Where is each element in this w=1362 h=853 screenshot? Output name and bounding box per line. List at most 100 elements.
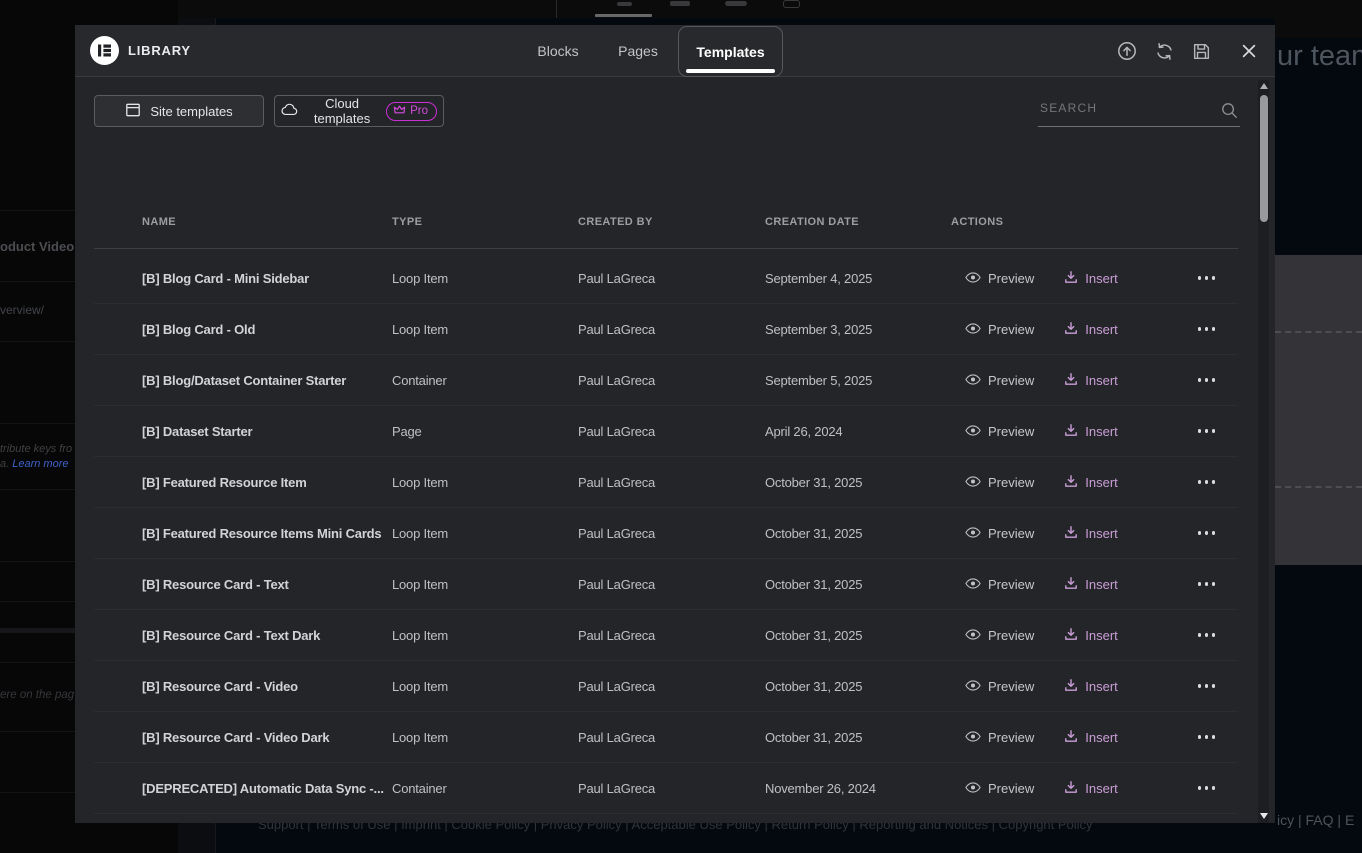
more-actions-button[interactable] (1198, 425, 1216, 437)
background-top-right (1275, 0, 1362, 38)
tab-pages[interactable]: Pages (598, 25, 678, 77)
ellipsis-icon (1198, 378, 1202, 382)
scrollbar-thumb[interactable] (1260, 95, 1268, 222)
preview-label: Preview (988, 628, 1034, 643)
ellipsis-icon (1205, 735, 1209, 739)
insert-button[interactable]: Insert (1064, 372, 1118, 389)
ellipsis-icon (1212, 582, 1216, 586)
ellipsis-icon (1205, 276, 1209, 280)
template-name: [B] Resource Card - Text Dark (142, 628, 392, 643)
cloud-templates-button[interactable]: Cloud templates Pro (274, 95, 444, 127)
bg-text-on-the-page: ere on the pag (0, 689, 74, 701)
preview-label: Preview (988, 373, 1034, 388)
template-type: Loop Item (392, 577, 578, 592)
ellipsis-icon (1212, 633, 1216, 637)
elementor-logo (90, 36, 119, 65)
upload-icon[interactable] (1117, 41, 1137, 61)
bg-editor-section (1275, 255, 1362, 565)
more-actions-button[interactable] (1198, 272, 1216, 284)
tab-templates[interactable]: Templates (678, 26, 783, 77)
preview-button[interactable]: Preview (965, 424, 1034, 439)
template-name: [B] Resource Card - Video (142, 679, 392, 694)
more-actions-button[interactable] (1198, 476, 1216, 488)
template-type: Loop Item (392, 628, 578, 643)
table-row: [B] Dataset Starter Page Paul LaGreca Ap… (94, 406, 1238, 457)
preview-button[interactable]: Preview (965, 628, 1034, 643)
template-type: Container (392, 373, 578, 388)
insert-download-icon (1064, 525, 1078, 542)
row-actions: Preview Insert (951, 372, 1238, 389)
insert-button[interactable]: Insert (1064, 525, 1118, 542)
insert-button[interactable]: Insert (1064, 423, 1118, 440)
template-type: Loop Item (392, 526, 578, 541)
template-name: [B] Resource Card - Text (142, 577, 392, 592)
column-header-actions: ACTIONS (951, 216, 1238, 228)
template-type: Loop Item (392, 322, 578, 337)
preview-button[interactable]: Preview (965, 322, 1034, 337)
dashed-drop-line (1275, 331, 1362, 333)
ellipsis-icon (1198, 327, 1202, 331)
close-icon[interactable] (1239, 41, 1259, 61)
eye-icon (965, 271, 981, 286)
table-row: [B] Blog/Dataset Container Starter Conta… (94, 355, 1238, 406)
row-actions: Preview Insert (951, 678, 1238, 695)
row-actions: Preview Insert (951, 729, 1238, 746)
insert-label: Insert (1085, 577, 1118, 592)
insert-label: Insert (1085, 424, 1118, 439)
library-title: LIBRARY (128, 43, 191, 58)
row-actions: Preview Insert (951, 627, 1238, 644)
search-input[interactable] (1038, 95, 1240, 127)
toolbar-icon-fragment (617, 2, 632, 6)
more-actions-button[interactable] (1198, 527, 1216, 539)
sync-icon[interactable] (1154, 41, 1174, 61)
ellipsis-icon (1198, 531, 1202, 535)
insert-button[interactable]: Insert (1064, 678, 1118, 695)
ellipsis-icon (1205, 633, 1209, 637)
row-actions: Preview Insert (951, 780, 1238, 797)
ellipsis-icon (1212, 684, 1216, 688)
table-row: [B] Featured Resource Item Loop Item Pau… (94, 457, 1238, 508)
insert-button[interactable]: Insert (1064, 627, 1118, 644)
more-actions-button[interactable] (1198, 323, 1216, 335)
bg-text-learn-more-line: a. Learn more (0, 458, 69, 470)
insert-button[interactable]: Insert (1064, 576, 1118, 593)
insert-button[interactable]: Insert (1064, 474, 1118, 491)
insert-button[interactable]: Insert (1064, 729, 1118, 746)
row-actions: Preview Insert (951, 474, 1238, 491)
preview-button[interactable]: Preview (965, 271, 1034, 286)
row-actions: Preview Insert (951, 576, 1238, 593)
preview-button[interactable]: Preview (965, 475, 1034, 490)
template-creation-date: November 26, 2024 (765, 781, 951, 796)
preview-button[interactable]: Preview (965, 526, 1034, 541)
preview-button[interactable]: Preview (965, 781, 1034, 796)
bg-text-overview: verview/ (0, 303, 44, 317)
more-actions-button[interactable] (1198, 782, 1216, 794)
bg-footer-links-right: icy | FAQ | E (1277, 812, 1354, 828)
insert-button[interactable]: Insert (1064, 321, 1118, 338)
table-row: [B] Resource Card - Text Loop Item Paul … (94, 559, 1238, 610)
ellipsis-icon (1198, 276, 1202, 280)
tab-blocks[interactable]: Blocks (518, 25, 598, 77)
eye-icon (965, 577, 981, 592)
more-actions-button[interactable] (1198, 629, 1216, 641)
insert-button[interactable]: Insert (1064, 270, 1118, 287)
preview-label: Preview (988, 730, 1034, 745)
more-actions-button[interactable] (1198, 731, 1216, 743)
scrollbar-down-arrow[interactable] (1260, 813, 1268, 819)
template-name: [B] Featured Resource Item (142, 475, 392, 490)
insert-download-icon (1064, 576, 1078, 593)
template-name: [B] Dataset Starter (142, 424, 392, 439)
window-icon (125, 102, 141, 121)
save-icon[interactable] (1191, 41, 1211, 61)
scrollbar-up-arrow[interactable] (1260, 83, 1268, 89)
preview-button[interactable]: Preview (965, 730, 1034, 745)
site-templates-button[interactable]: Site templates (94, 95, 264, 127)
preview-button[interactable]: Preview (965, 679, 1034, 694)
preview-button[interactable]: Preview (965, 577, 1034, 592)
more-actions-button[interactable] (1198, 578, 1216, 590)
more-actions-button[interactable] (1198, 680, 1216, 692)
insert-download-icon (1064, 678, 1078, 695)
more-actions-button[interactable] (1198, 374, 1216, 386)
insert-button[interactable]: Insert (1064, 780, 1118, 797)
preview-button[interactable]: Preview (965, 373, 1034, 388)
